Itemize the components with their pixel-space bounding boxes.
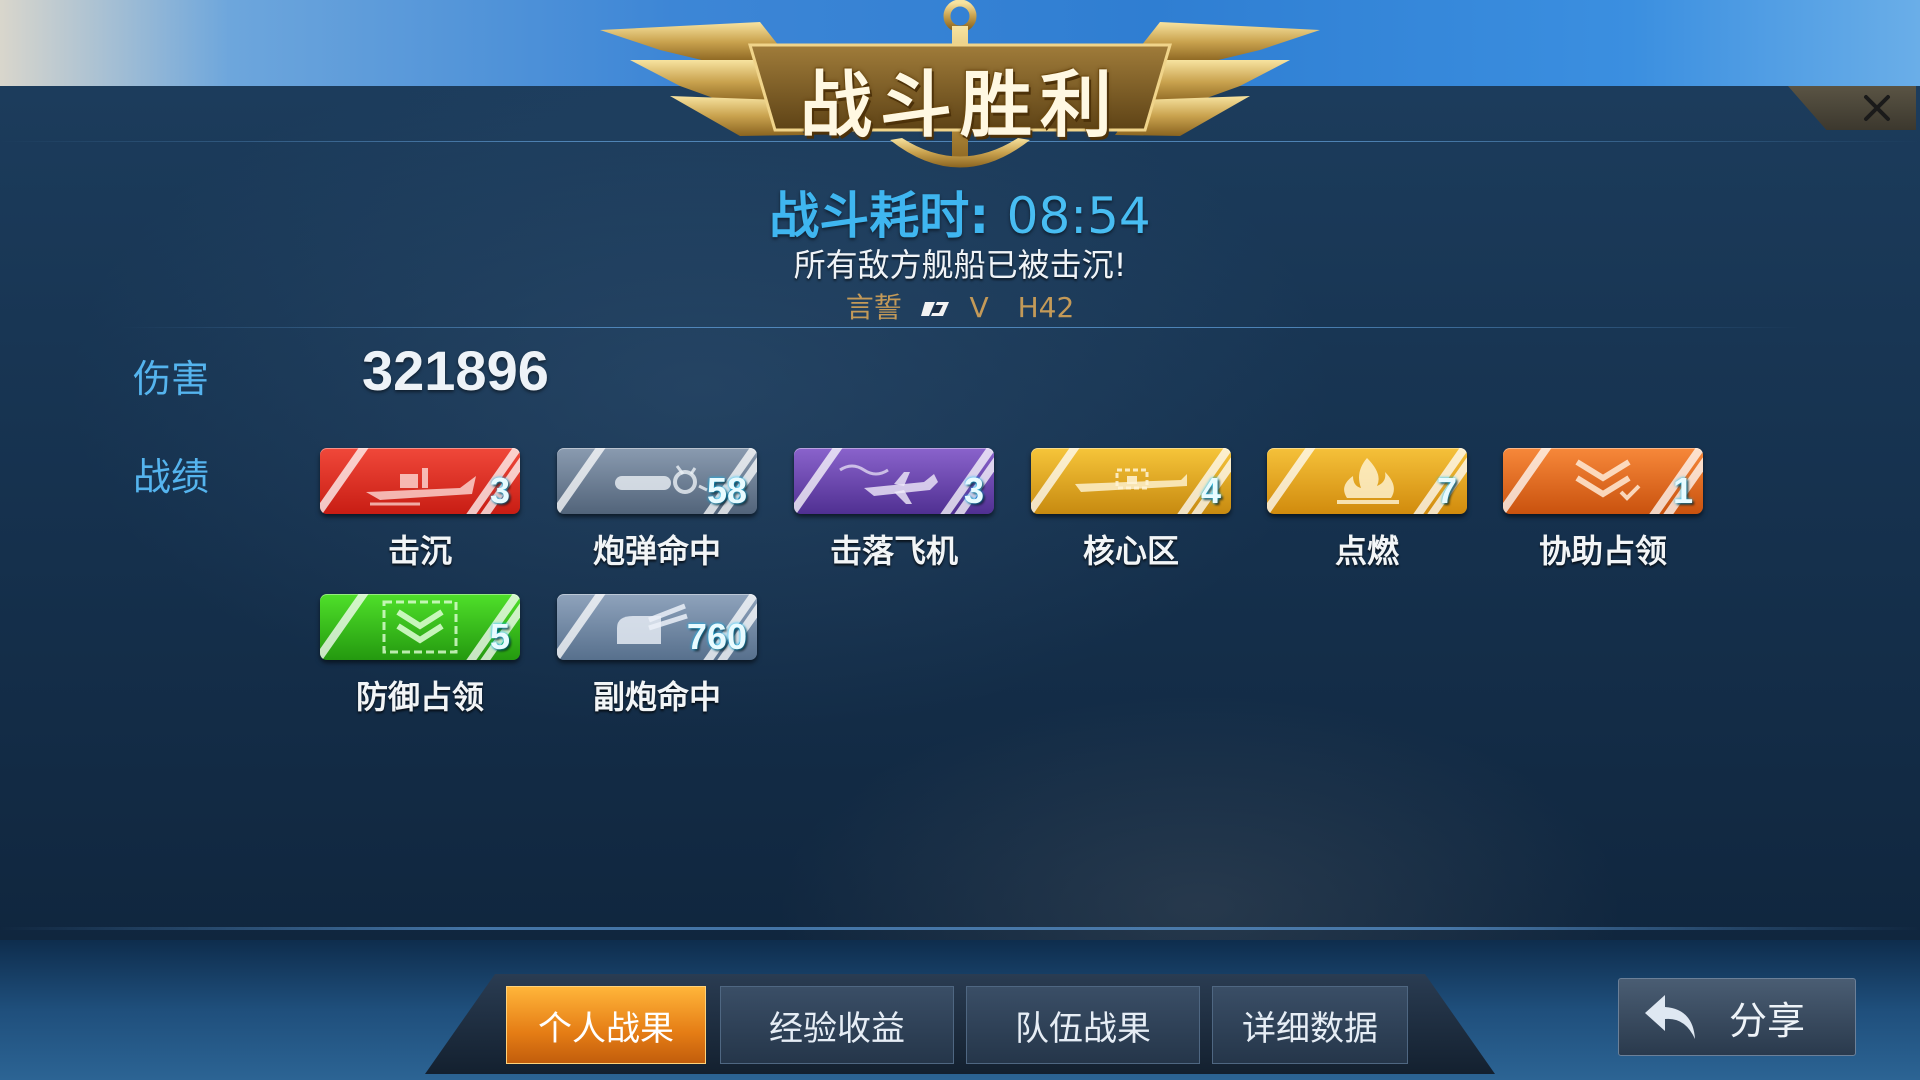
battle-duration: 战斗耗时: 08:54 <box>0 176 1920 248</box>
victory-title: 战斗胜利 <box>799 63 1120 147</box>
medal-citadel[interactable]: 4 核心区 <box>1031 448 1231 572</box>
medal-count: 4 <box>1200 470 1221 511</box>
medal-count: 760 <box>686 616 747 657</box>
medal-name: 炮弹命中 <box>592 532 721 570</box>
medal-count: 58 <box>706 470 747 511</box>
medal-aircraft-shot[interactable]: 3 击落飞机 <box>794 448 994 572</box>
ship-name: 言誓 <box>845 291 902 324</box>
fire-icon <box>1337 458 1399 504</box>
shell-hit-icon <box>615 465 708 494</box>
tab-experience[interactable]: 经验收益 <box>720 986 954 1064</box>
medal-name: 核心区 <box>1082 532 1179 570</box>
medal-fire[interactable]: 7 点燃 <box>1267 448 1467 572</box>
ship-info: 言誓 V H42 <box>0 286 1920 326</box>
result-message: 所有敌方舰船已被击沉! <box>793 246 1127 284</box>
medal-badge: 760 <box>557 594 757 660</box>
medal-count: 1 <box>1672 470 1693 511</box>
medal-name: 击落飞机 <box>829 532 958 570</box>
medal-name: 防御占领 <box>355 678 484 716</box>
duration-label: 战斗耗时: <box>769 187 990 245</box>
medal-badge: 4 <box>1031 448 1231 514</box>
nation-flag-icon <box>920 302 949 316</box>
duration-value: 08:54 <box>1006 187 1151 245</box>
medal-count: 3 <box>489 470 510 511</box>
ship-tier: V <box>969 291 989 324</box>
medal-count: 7 <box>1436 470 1457 511</box>
medal-shell-hit[interactable]: 58 炮弹命中 <box>557 448 757 572</box>
medal-badge: 58 <box>557 448 757 514</box>
medal-badge: 5 <box>320 594 520 660</box>
record-label: 战绩 <box>133 455 210 499</box>
medal-name: 击沉 <box>387 532 452 570</box>
close-icon <box>1864 95 1890 121</box>
medal-badge: 1 <box>1503 448 1703 514</box>
medal-name: 点燃 <box>1334 532 1399 570</box>
tab-detailed-data[interactable]: 详细数据 <box>1212 986 1408 1064</box>
medal-sink[interactable]: 3 击沉 <box>320 448 520 572</box>
share-label: 分享 <box>1729 998 1806 1043</box>
medal-assist-capture[interactable]: 1 协助占领 <box>1503 448 1703 572</box>
defend-capture-icon <box>382 600 458 654</box>
share-button[interactable]: 分享 <box>1618 978 1856 1056</box>
medal-badge: 3 <box>320 448 520 514</box>
medal-badge: 3 <box>794 448 994 514</box>
warship-icon <box>366 468 476 506</box>
share-arrow-icon <box>1645 995 1695 1039</box>
aircraft-icon <box>839 464 938 504</box>
tab-personal-results[interactable]: 个人战果 <box>506 986 706 1064</box>
medal-name: 副炮命中 <box>592 678 721 716</box>
citadel-icon <box>1075 468 1187 492</box>
medal-secondary-hit[interactable]: 760 副炮命中 <box>557 594 757 718</box>
damage-value: 321896 <box>362 339 549 402</box>
medal-defend-capture[interactable]: 5 防御占领 <box>320 594 520 718</box>
medal-badge: 7 <box>1267 448 1467 514</box>
medal-count: 3 <box>963 470 984 511</box>
assist-capture-icon <box>1575 459 1641 501</box>
ship-hull: H42 <box>1017 291 1075 324</box>
tab-team-results[interactable]: 队伍战果 <box>966 986 1200 1064</box>
damage-label: 伤害 <box>133 357 210 401</box>
medal-name: 协助占领 <box>1538 532 1667 570</box>
bottom-divider <box>0 927 1920 930</box>
section-divider <box>120 327 1800 328</box>
medal-count: 5 <box>489 616 510 657</box>
victory-emblem: 战斗胜利 <box>590 0 1330 185</box>
